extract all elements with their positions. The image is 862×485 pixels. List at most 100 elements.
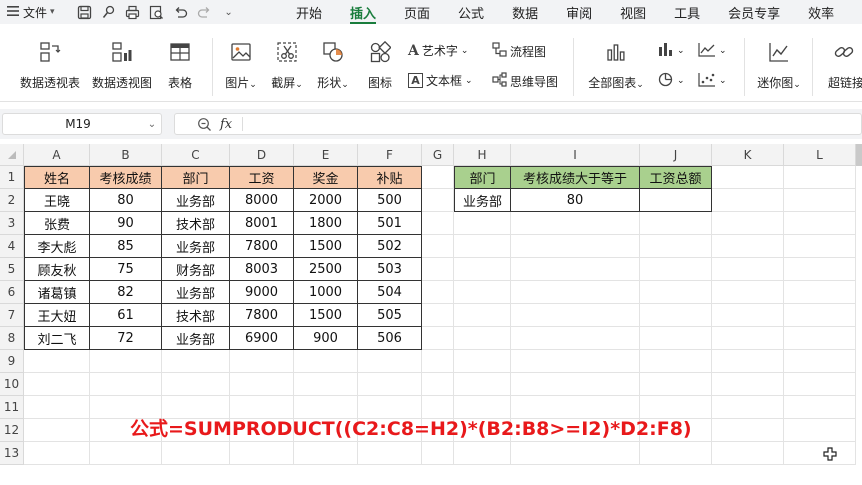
print-icon[interactable] <box>121 0 145 24</box>
empty-cell[interactable] <box>712 258 784 281</box>
formula-input[interactable] <box>243 114 861 134</box>
cell-e3[interactable]: 1800 <box>294 212 358 235</box>
empty-cell[interactable] <box>712 304 784 327</box>
empty-cell[interactable] <box>90 373 162 396</box>
empty-cell[interactable] <box>784 166 856 189</box>
table-button[interactable]: 表格 <box>162 40 198 91</box>
empty-cell[interactable] <box>640 281 712 304</box>
empty-cell[interactable] <box>422 258 454 281</box>
header-cell-bonus[interactable]: 奖金 <box>294 166 358 189</box>
shapes-button[interactable]: 形状⌄ <box>314 40 352 91</box>
empty-cell[interactable] <box>294 373 358 396</box>
zoom-icon[interactable] <box>197 117 212 132</box>
header-cell-salary-total[interactable]: 工资总额 <box>640 166 712 189</box>
empty-cell[interactable] <box>640 258 712 281</box>
row-header-7[interactable]: 7 <box>0 304 24 327</box>
empty-cell[interactable] <box>712 419 784 442</box>
empty-cell[interactable] <box>511 304 640 327</box>
cell-f7[interactable]: 505 <box>358 304 422 327</box>
empty-cell[interactable] <box>712 212 784 235</box>
row-header-4[interactable]: 4 <box>0 235 24 258</box>
cell-f4[interactable]: 502 <box>358 235 422 258</box>
empty-cell[interactable] <box>784 327 856 350</box>
empty-cell[interactable] <box>640 442 712 465</box>
empty-cell[interactable] <box>640 327 712 350</box>
empty-cell[interactable] <box>712 442 784 465</box>
empty-cell[interactable] <box>784 235 856 258</box>
empty-cell[interactable] <box>784 304 856 327</box>
row-header-8[interactable]: 8 <box>0 327 24 350</box>
pivot-chart-button[interactable]: 数据透视图 <box>90 40 154 91</box>
empty-cell[interactable] <box>162 373 230 396</box>
empty-cell[interactable] <box>784 442 856 465</box>
empty-cell[interactable] <box>511 327 640 350</box>
empty-cell[interactable] <box>422 373 454 396</box>
column-header-f[interactable]: F <box>358 144 422 166</box>
cell-h2[interactable]: 业务部 <box>454 189 511 212</box>
empty-cell[interactable] <box>784 212 856 235</box>
cell-c5[interactable]: 财务部 <box>162 258 230 281</box>
row-header-2[interactable]: 2 <box>0 189 24 212</box>
empty-cell[interactable] <box>454 212 511 235</box>
empty-cell[interactable] <box>640 373 712 396</box>
column-header-b[interactable]: B <box>90 144 162 166</box>
name-box[interactable]: M19 ⌄ <box>2 113 162 135</box>
cell-f5[interactable]: 503 <box>358 258 422 281</box>
empty-cell[interactable] <box>511 350 640 373</box>
header-cell-dept2[interactable]: 部门 <box>454 166 511 189</box>
chevron-down-icon[interactable]: ⌄ <box>217 0 241 24</box>
cell-c2[interactable]: 业务部 <box>162 189 230 212</box>
scatter-chart-button[interactable]: ⌄ <box>698 72 727 90</box>
empty-cell[interactable] <box>90 350 162 373</box>
cell-b2[interactable]: 80 <box>90 189 162 212</box>
empty-cell[interactable] <box>24 442 90 465</box>
cell-c8[interactable]: 业务部 <box>162 327 230 350</box>
format-painter-icon[interactable] <box>97 0 121 24</box>
hyperlink-button[interactable]: 超链接 <box>824 40 862 91</box>
tab-insert[interactable]: 插入 <box>336 0 390 24</box>
row-header-10[interactable]: 10 <box>0 373 24 396</box>
line-chart-button[interactable]: ⌄ <box>698 42 727 60</box>
cell-c3[interactable]: 技术部 <box>162 212 230 235</box>
mindmap-button[interactable]: 思维导图 <box>492 72 558 90</box>
screenshot-button[interactable]: 截屏⌄ <box>268 40 306 91</box>
row-header-5[interactable]: 5 <box>0 258 24 281</box>
undo-icon[interactable] <box>169 0 193 24</box>
empty-cell[interactable] <box>454 442 511 465</box>
tab-efficiency[interactable]: 效率 <box>794 0 848 24</box>
empty-cell[interactable] <box>784 281 856 304</box>
empty-cell[interactable] <box>712 373 784 396</box>
empty-cell[interactable] <box>454 235 511 258</box>
cell-d2[interactable]: 8000 <box>230 189 294 212</box>
cell-a3[interactable]: 张费 <box>24 212 90 235</box>
flowchart-button[interactable]: 流程图 <box>492 42 546 60</box>
empty-cell[interactable] <box>454 304 511 327</box>
empty-cell[interactable] <box>24 373 90 396</box>
empty-cell[interactable] <box>784 350 856 373</box>
sparkline-button[interactable]: 迷你图⌄ <box>752 40 806 91</box>
empty-cell[interactable] <box>358 373 422 396</box>
header-cell-dept[interactable]: 部门 <box>162 166 230 189</box>
header-cell-score-threshold[interactable]: 考核成绩大于等于 <box>511 166 640 189</box>
empty-cell[interactable] <box>422 304 454 327</box>
empty-cell[interactable] <box>454 350 511 373</box>
empty-cell[interactable] <box>294 350 358 373</box>
empty-cell[interactable] <box>712 396 784 419</box>
column-header-l[interactable]: L <box>784 144 856 166</box>
cell-j2[interactable] <box>640 189 712 212</box>
cell-d6[interactable]: 9000 <box>230 281 294 304</box>
cell-e4[interactable]: 1500 <box>294 235 358 258</box>
empty-cell[interactable] <box>784 396 856 419</box>
empty-cell[interactable] <box>358 350 422 373</box>
tab-member[interactable]: 会员专享 <box>714 0 794 24</box>
row-header-9[interactable]: 9 <box>0 350 24 373</box>
tab-view[interactable]: 视图 <box>606 0 660 24</box>
header-cell-salary[interactable]: 工资 <box>230 166 294 189</box>
cell-d7[interactable]: 7800 <box>230 304 294 327</box>
empty-cell[interactable] <box>640 235 712 258</box>
cell-f6[interactable]: 504 <box>358 281 422 304</box>
row-header-3[interactable]: 3 <box>0 212 24 235</box>
empty-cell[interactable] <box>511 373 640 396</box>
empty-cell[interactable] <box>640 350 712 373</box>
empty-cell[interactable] <box>784 373 856 396</box>
